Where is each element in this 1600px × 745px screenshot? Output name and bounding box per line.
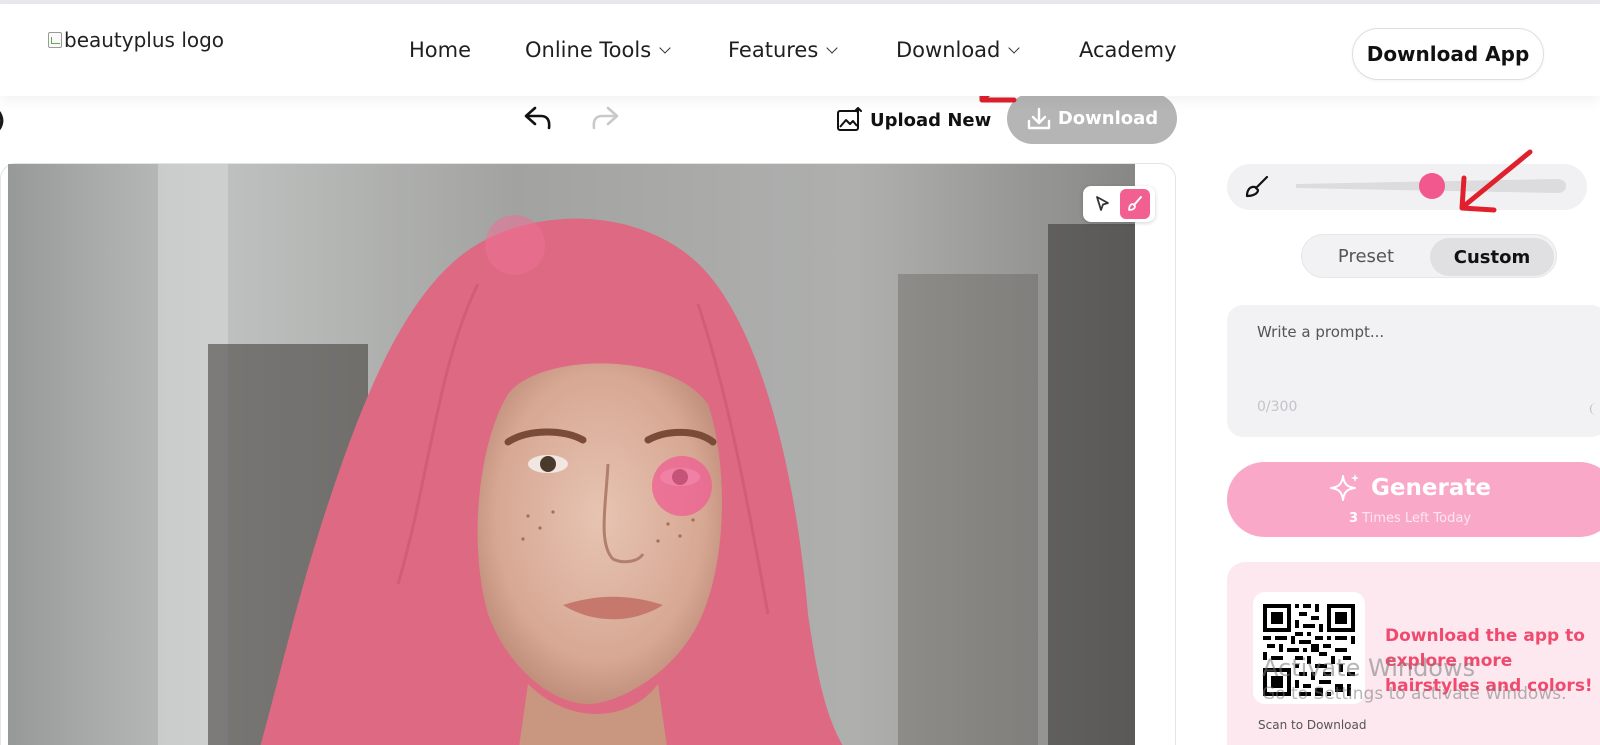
nav-home[interactable]: Home bbox=[409, 38, 471, 62]
generate-label: Generate bbox=[1371, 475, 1491, 501]
chevron-down-icon bbox=[659, 42, 671, 54]
image-upload-icon bbox=[837, 107, 862, 131]
chevron-down-icon bbox=[1008, 42, 1021, 54]
nav-features-label: Features bbox=[728, 38, 819, 62]
canvas-mode-toggle bbox=[1083, 186, 1155, 222]
cropped-edge-text: ) bbox=[0, 108, 5, 132]
slider-thumb[interactable] bbox=[1419, 173, 1445, 199]
brush-icon bbox=[1128, 196, 1142, 211]
mode-segmented-control: Preset Custom bbox=[1301, 234, 1557, 278]
redo-icon[interactable] bbox=[590, 104, 620, 132]
tab-custom[interactable]: Custom bbox=[1430, 238, 1554, 276]
nav-academy-label: Academy bbox=[1079, 38, 1177, 62]
watermark-subtitle: Go to Settings to activate Windows. bbox=[1262, 684, 1567, 704]
photo-canvas[interactable] bbox=[8, 164, 1135, 745]
tab-preset[interactable]: Preset bbox=[1302, 235, 1430, 277]
nav-download-label: Download bbox=[896, 38, 1001, 62]
nav-online-tools-label: Online Tools bbox=[525, 38, 652, 62]
sparkle-icon bbox=[1330, 474, 1360, 501]
site-header: beautyplus logo Home Online Tools Featur… bbox=[0, 4, 1600, 96]
pointer-icon bbox=[1096, 196, 1109, 211]
download-button[interactable]: Download bbox=[1007, 93, 1177, 144]
brush-tool-button[interactable] bbox=[1120, 189, 1150, 219]
times-left-label: Times Left Today bbox=[1362, 511, 1472, 526]
nav-academy[interactable]: Academy bbox=[1079, 38, 1177, 62]
windows-activation-watermark: Activate Windows Go to Settings to activ… bbox=[1262, 654, 1567, 704]
times-left-text: 3 Times Left Today bbox=[1227, 511, 1593, 526]
brush-icon bbox=[1245, 175, 1269, 198]
logo-alt-text: beautyplus logo bbox=[64, 28, 225, 52]
generate-button[interactable]: Generate 3 Times Left Today bbox=[1227, 462, 1600, 537]
portrait-with-hair-mask bbox=[8, 164, 1135, 745]
page: { "header": { "logo_alt": "beautyplus lo… bbox=[0, 0, 1600, 745]
times-left-count: 3 bbox=[1348, 511, 1358, 526]
nav-download[interactable]: Download bbox=[896, 38, 1021, 62]
nav-home-label: Home bbox=[409, 38, 472, 62]
download-label: Download bbox=[1057, 108, 1159, 129]
select-tool-button[interactable] bbox=[1088, 189, 1118, 219]
download-icon bbox=[1027, 107, 1051, 129]
upload-new-label: Upload New bbox=[870, 109, 992, 131]
prompt-placeholder: Write a prompt... bbox=[1257, 323, 1385, 341]
generate-main: Generate bbox=[1227, 472, 1593, 504]
scan-to-download-label: Scan to Download bbox=[1258, 718, 1367, 732]
watermark-title: Activate Windows bbox=[1262, 654, 1476, 682]
undo-icon[interactable] bbox=[523, 104, 553, 132]
nav-features[interactable]: Features bbox=[728, 38, 838, 62]
broken-image-icon bbox=[48, 32, 62, 48]
chevron-down-icon bbox=[826, 42, 838, 54]
upload-new-button[interactable]: Upload New bbox=[836, 104, 991, 136]
prompt-char-counter: 0/300 bbox=[1257, 399, 1298, 415]
beautyplus-logo[interactable]: beautyplus logo bbox=[48, 28, 224, 52]
cropped-edge-glyph bbox=[1590, 403, 1600, 415]
nav-online-tools[interactable]: Online Tools bbox=[525, 38, 671, 62]
download-app-button[interactable]: Download App bbox=[1352, 28, 1544, 80]
